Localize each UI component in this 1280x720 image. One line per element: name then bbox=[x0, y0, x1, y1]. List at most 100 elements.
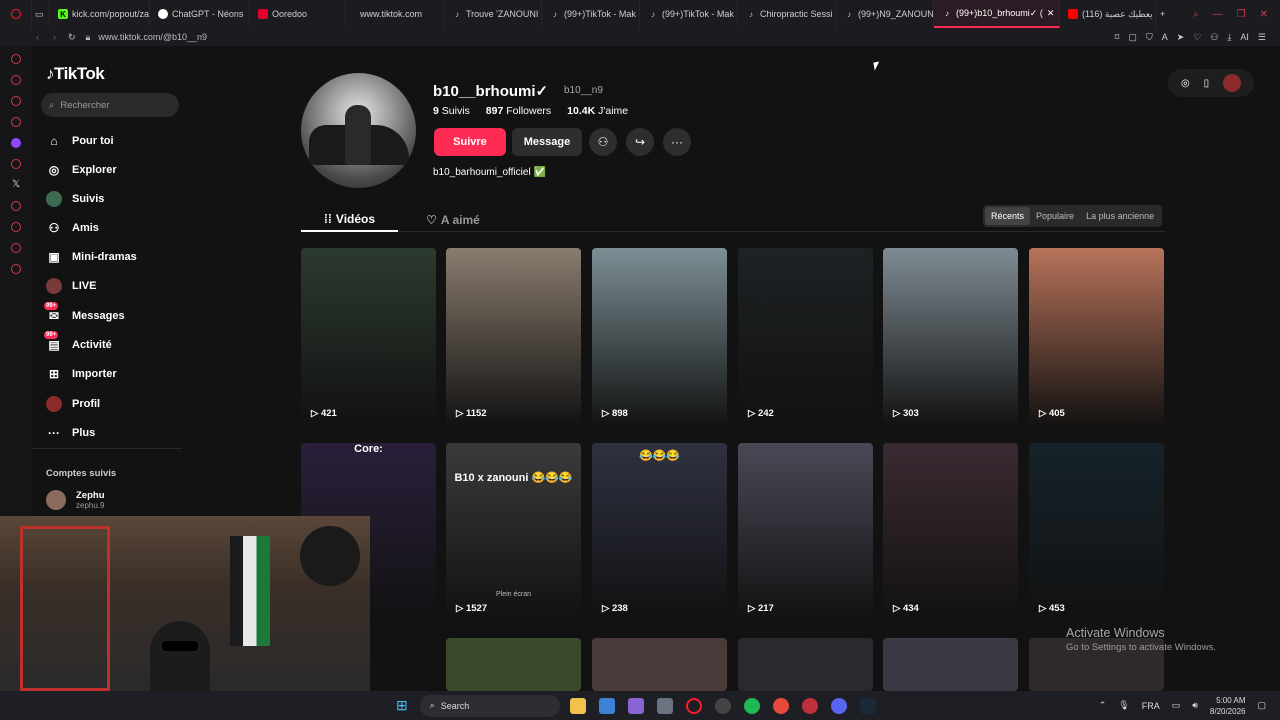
bookmark-icon[interactable]: ⌑ bbox=[1115, 32, 1120, 43]
store-icon[interactable] bbox=[598, 697, 615, 714]
opera-menu-icon[interactable] bbox=[0, 0, 32, 28]
browser-tab[interactable]: Kkick.com/popout/za bbox=[50, 0, 150, 28]
sidebar-app-icon[interactable] bbox=[11, 54, 21, 64]
video-thumbnail[interactable] bbox=[738, 638, 873, 691]
tiktok-logo[interactable]: ♪TikTok bbox=[46, 64, 105, 84]
taskbar-search[interactable]: ⌕ Search bbox=[419, 694, 560, 717]
new-tab-button[interactable]: + bbox=[1156, 0, 1176, 28]
follow-button[interactable]: Suivre bbox=[434, 128, 506, 156]
sidebar-app-icon[interactable] bbox=[11, 201, 21, 211]
search-tabs-icon[interactable]: ⌕ bbox=[1193, 9, 1199, 20]
file-explorer-icon[interactable] bbox=[569, 697, 586, 714]
sort-recent[interactable]: Récents bbox=[985, 207, 1031, 225]
message-button[interactable]: Message bbox=[512, 128, 582, 156]
stat-followers[interactable]: 897 Followers bbox=[486, 105, 551, 117]
browser-tab[interactable]: ♪ Trouve 'ZANOUNI bbox=[444, 0, 542, 28]
user-avatar[interactable] bbox=[1223, 74, 1242, 92]
nav-item-friends[interactable]: ⚇ Amis bbox=[46, 220, 99, 236]
search-input[interactable]: ⌕ Rechercher bbox=[41, 93, 179, 117]
download-icon[interactable]: ⤓ bbox=[1227, 32, 1231, 43]
close-window-icon[interactable]: ✕ bbox=[1260, 9, 1268, 20]
menu-icon[interactable]: ☰ bbox=[1258, 32, 1266, 43]
tab-grid-icon[interactable]: ▭ bbox=[32, 0, 50, 28]
translate-icon[interactable]: A bbox=[1162, 32, 1168, 43]
video-thumbnail[interactable]: ▷ 405 bbox=[1029, 248, 1164, 427]
ai-icon[interactable]: AI bbox=[1240, 32, 1249, 43]
settings-icon[interactable] bbox=[11, 264, 21, 274]
video-thumbnail[interactable]: ▷ 1152 bbox=[446, 248, 581, 427]
notifications-icon[interactable]: ▢ bbox=[1257, 700, 1266, 711]
discord-icon[interactable] bbox=[830, 697, 847, 714]
back-icon[interactable]: ‹ bbox=[36, 32, 39, 42]
steam-icon[interactable] bbox=[859, 697, 876, 714]
video-thumbnail[interactable] bbox=[446, 638, 581, 691]
nav-item-upload[interactable]: ⊞ Importer bbox=[46, 366, 117, 382]
browser-tab[interactable]: ♪ (99+)TikTok - Mak bbox=[640, 0, 738, 28]
volume-icon[interactable]: 🔊︎ bbox=[1192, 700, 1198, 711]
network-icon[interactable]: ▭ bbox=[1172, 700, 1181, 711]
nav-item-messages[interactable]: ✉ 99+ Messages bbox=[44, 302, 125, 324]
add-friend-icon[interactable]: ⚇ bbox=[589, 128, 617, 156]
snapshot-icon[interactable]: ▢ bbox=[1128, 32, 1137, 43]
url-field[interactable]: www.tiktok.com/@b10__n9 bbox=[98, 32, 207, 42]
language-indicator[interactable]: FRA bbox=[1142, 701, 1160, 711]
spotify-icon[interactable] bbox=[743, 697, 760, 714]
opera-icon[interactable] bbox=[685, 697, 702, 714]
video-thumbnail[interactable]: ▷ 242 bbox=[738, 248, 873, 427]
heart-icon[interactable]: ♡ bbox=[1193, 32, 1201, 43]
microphone-icon[interactable]: 🎙︎ bbox=[1118, 700, 1129, 711]
compass-icon[interactable]: ◎ bbox=[1181, 78, 1190, 89]
video-thumbnail[interactable]: ▷ 217 bbox=[738, 443, 873, 622]
close-tab-icon[interactable]: ✕ bbox=[1047, 8, 1055, 19]
sidebar-app-icon[interactable] bbox=[11, 159, 21, 169]
chrome-icon[interactable] bbox=[772, 697, 789, 714]
sidebar-app-icon[interactable] bbox=[11, 243, 21, 253]
browser-tab[interactable]: ChatGPT - Néons bbox=[150, 0, 250, 28]
forward-icon[interactable]: › bbox=[53, 32, 56, 42]
sidebar-app-icon[interactable] bbox=[11, 96, 21, 106]
nav-item-activity[interactable]: ▤ 99+ Activité bbox=[44, 331, 112, 353]
copilot-icon[interactable] bbox=[627, 697, 644, 714]
calculator-icon[interactable] bbox=[656, 697, 673, 714]
nav-item-more[interactable]: ··· Plus bbox=[46, 425, 95, 441]
obs-icon[interactable] bbox=[714, 697, 731, 714]
shield-icon[interactable]: ⛉ bbox=[1146, 32, 1153, 43]
tab-videos[interactable]: ⁞⁞ Vidéos bbox=[301, 208, 398, 232]
video-thumbnail[interactable]: ▷ 898 bbox=[592, 248, 727, 427]
nav-item-live[interactable]: LIVE bbox=[46, 278, 96, 294]
browser-tab[interactable]: Ooredoo bbox=[250, 0, 346, 28]
maximize-icon[interactable]: ❐ bbox=[1237, 9, 1246, 20]
nav-item-following[interactable]: Suivis bbox=[46, 191, 104, 207]
stat-following[interactable]: 9 Suivis bbox=[433, 105, 470, 117]
sidebar-app-icon[interactable] bbox=[11, 75, 21, 85]
minimize-icon[interactable]: — bbox=[1213, 9, 1223, 20]
following-account-item[interactable]: Zephu zephu.9 bbox=[46, 490, 105, 510]
browser-tab-active[interactable]: ♪ (99+)b10_brhoumi✓ (✕ bbox=[934, 0, 1060, 28]
browser-tab[interactable]: www.tiktok.com bbox=[346, 0, 444, 28]
app-icon[interactable] bbox=[801, 697, 818, 714]
sort-popular[interactable]: Populaire bbox=[1030, 207, 1080, 225]
nav-item-explore[interactable]: ◎ Explorer bbox=[46, 162, 117, 178]
video-thumbnail[interactable] bbox=[883, 638, 1018, 691]
fullscreen-label[interactable]: Plein écran bbox=[446, 591, 581, 598]
history-icon[interactable] bbox=[11, 222, 21, 232]
nav-item-for-you[interactable]: ⌂ Pour toi bbox=[46, 133, 113, 149]
share-icon[interactable]: ↪ bbox=[626, 128, 654, 156]
video-thumbnail[interactable] bbox=[592, 638, 727, 691]
tab-liked[interactable]: ♡ A aimé bbox=[413, 208, 493, 232]
browser-tab[interactable]: ♪ (99+)N9_ZANOUN bbox=[836, 0, 934, 28]
video-thumbnail[interactable]: ▷ 434 bbox=[883, 443, 1018, 622]
sort-oldest[interactable]: La plus ancienne bbox=[1080, 207, 1160, 225]
video-thumbnail[interactable]: ▷ 421 bbox=[301, 248, 436, 427]
clock[interactable]: 5:00 AM 8/20/2026 bbox=[1210, 695, 1246, 717]
phone-icon[interactable]: ▯ bbox=[1204, 78, 1210, 89]
x-icon[interactable]: 𝕏 bbox=[11, 180, 21, 190]
windows-start-icon[interactable]: ⊞ bbox=[396, 697, 408, 714]
video-thumbnail[interactable]: B10 x zanouni 😂😂😂 Plein écran ▷ 1527 bbox=[446, 443, 581, 622]
reload-icon[interactable]: ↻ bbox=[68, 32, 76, 43]
video-thumbnail[interactable]: ▷ 303 bbox=[883, 248, 1018, 427]
more-options-icon[interactable]: ··· bbox=[663, 128, 691, 156]
video-thumbnail[interactable]: ▷ 453 bbox=[1029, 443, 1164, 622]
sidebar-app-icon[interactable] bbox=[11, 117, 21, 127]
browser-tab[interactable]: يعطيك عصبة (116) bbox=[1060, 0, 1156, 28]
